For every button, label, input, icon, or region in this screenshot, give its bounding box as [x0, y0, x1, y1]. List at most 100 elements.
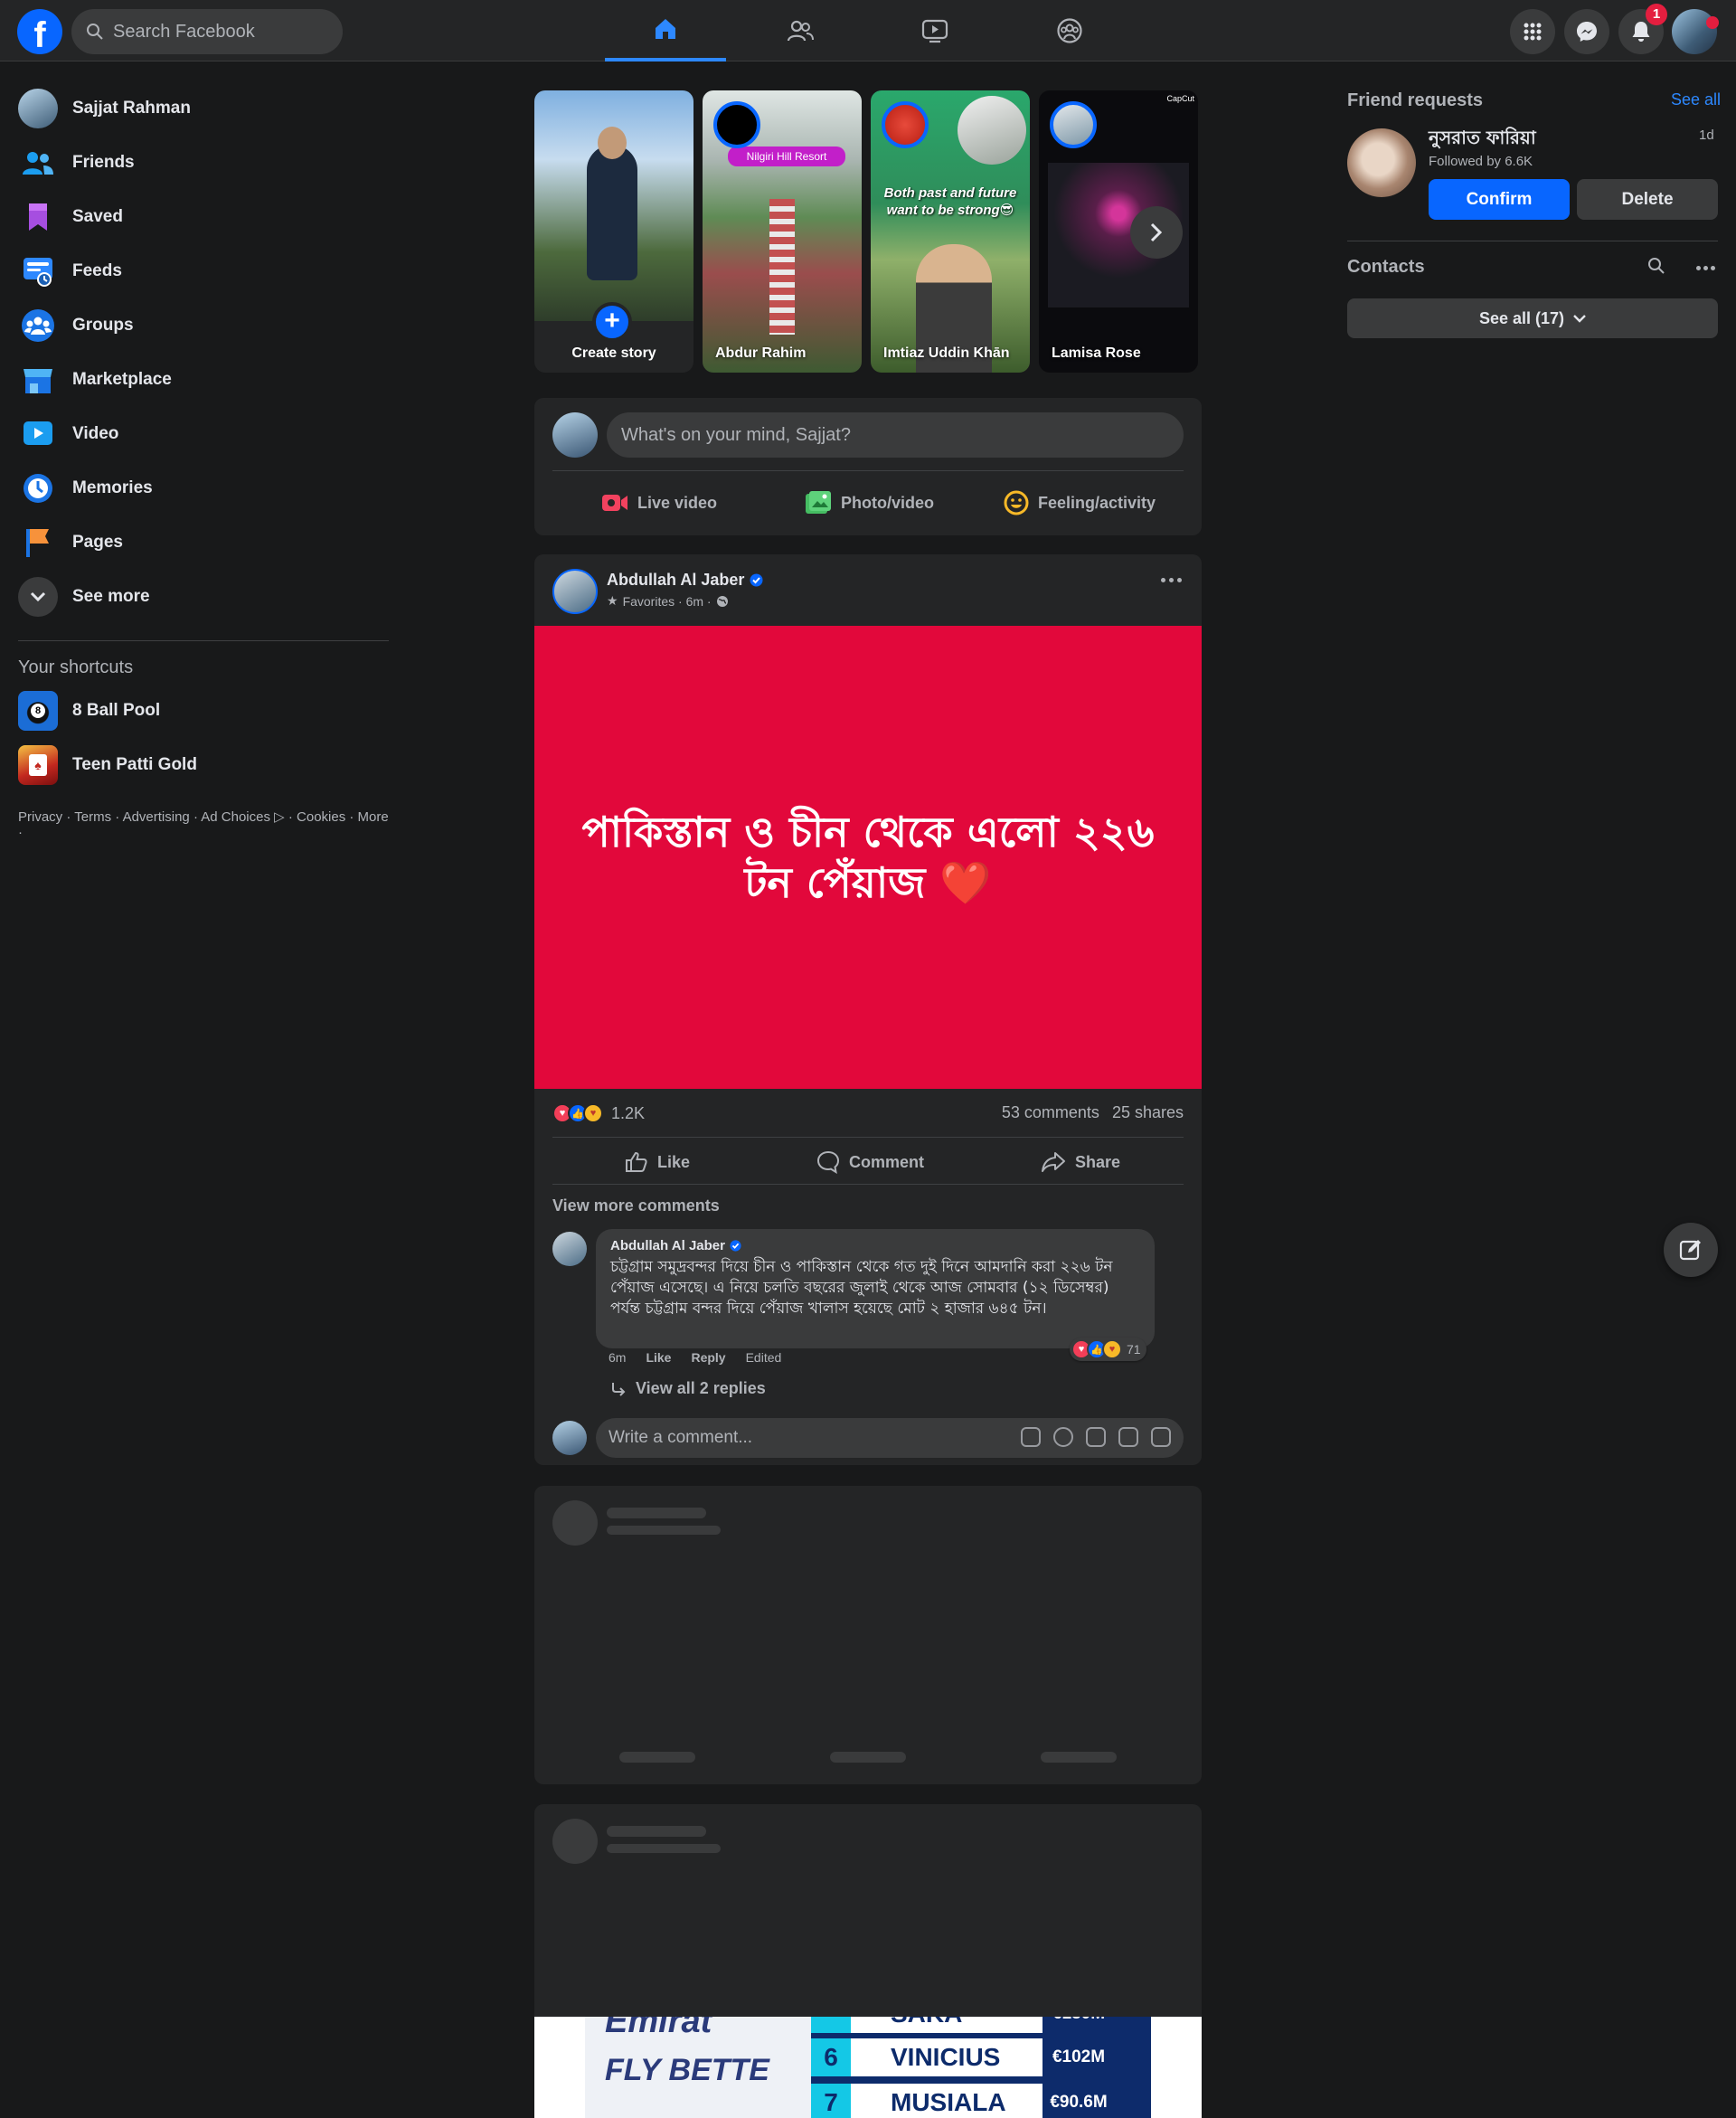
shortcut-8-ball-pool[interactable]: 8 8 Ball Pool: [9, 684, 389, 738]
story-abdur-rahim[interactable]: Nilgiri Hill Resort Abdur Rahim: [703, 90, 862, 373]
sidebar-item-groups[interactable]: Groups: [9, 298, 389, 353]
feeling-activity-button[interactable]: Feeling/activity: [1004, 481, 1156, 525]
story-create[interactable]: + Create story: [534, 90, 693, 373]
comment-author[interactable]: Abdullah Al Jaber: [610, 1238, 1140, 1253]
sticker-icon[interactable]: [1151, 1427, 1171, 1447]
new-message-button[interactable]: [1664, 1223, 1718, 1277]
post-options-icon[interactable]: [1161, 578, 1182, 582]
my-avatar[interactable]: [552, 1421, 587, 1455]
author-avatar[interactable]: [552, 569, 598, 614]
sidebar-item-label: Feeds: [72, 261, 122, 280]
story-imtiaz-uddin-khan[interactable]: Both past and future want to be strong😎 …: [871, 90, 1030, 373]
sidebar-item-profile[interactable]: Sajjat Rahman: [9, 81, 389, 136]
comment-button[interactable]: Comment: [816, 1140, 924, 1184]
search-box[interactable]: [71, 9, 343, 54]
story-name: Imtiaz Uddin Khān: [883, 345, 1010, 361]
confirm-button[interactable]: Confirm: [1429, 179, 1570, 220]
like-button[interactable]: Like: [625, 1140, 690, 1184]
comment-author-name[interactable]: Abdullah Al Jaber: [610, 1238, 725, 1253]
friend-requests-title: Friend requests: [1347, 90, 1484, 110]
comment-time[interactable]: 6m: [609, 1350, 626, 1365]
sidebar-item-label: Groups: [72, 316, 134, 335]
composer-input[interactable]: What's on your mind, Sajjat?: [607, 412, 1184, 458]
view-replies-link[interactable]: View all 2 replies: [610, 1379, 766, 1398]
post-text-banner[interactable]: পাকিস্তান ও চীন থেকে এলো ২২৬ টন পেঁয়াজ …: [534, 626, 1202, 1089]
sidebar-footer-links[interactable]: Privacy · Terms · Advertising · Ad Choic…: [9, 808, 389, 840]
notifications-button[interactable]: 1: [1618, 4, 1667, 54]
sidebar-item-saved[interactable]: Saved: [9, 190, 389, 244]
status-dot: [1706, 16, 1719, 29]
sidebar-item-pages[interactable]: Pages: [9, 515, 389, 570]
stories-next-button[interactable]: [1130, 206, 1183, 259]
sidebar-item-see-more[interactable]: See more: [9, 570, 389, 624]
tab-watch[interactable]: [874, 0, 995, 61]
sidebar-item-video[interactable]: Video: [9, 407, 389, 461]
bookmark-icon: [18, 197, 58, 237]
menu-grid-icon: [1524, 23, 1542, 41]
gif-icon[interactable]: [1118, 1427, 1138, 1447]
sidebar-item-memories[interactable]: Memories: [9, 461, 389, 515]
story-thumbnail: [534, 90, 693, 321]
reaction-summary[interactable]: ♥ 👍 ♥ 1.2K: [552, 1103, 645, 1123]
photo-video-button[interactable]: Photo/video: [805, 481, 934, 525]
messenger-button[interactable]: [1564, 9, 1609, 54]
sidebar-item-friends[interactable]: Friends: [9, 136, 389, 190]
friends-icon: [18, 143, 58, 183]
delete-button[interactable]: Delete: [1577, 179, 1718, 220]
tab-home[interactable]: [605, 0, 726, 61]
menu-grid-button[interactable]: [1510, 9, 1555, 54]
account-avatar[interactable]: [1672, 9, 1719, 54]
comment-like-button[interactable]: Like: [646, 1350, 671, 1365]
comment-reaction-count: 71: [1127, 1342, 1141, 1357]
shares-count[interactable]: 25 shares: [1112, 1103, 1184, 1121]
search-input[interactable]: [113, 21, 321, 43]
author-name[interactable]: Abdullah Al Jaber: [607, 571, 744, 590]
sidebar-item-label: Memories: [72, 478, 153, 497]
friend-request-name[interactable]: নুসরাত ফারিয়া: [1429, 125, 1536, 155]
sidebar-item-label: Pages: [72, 533, 123, 552]
tab-friends[interactable]: [740, 0, 861, 61]
divider: [552, 1184, 1184, 1185]
avatar-sticker-icon[interactable]: [1021, 1427, 1041, 1447]
post-author[interactable]: Abdullah Al Jaber: [607, 571, 763, 590]
reply-arrow-icon: [612, 1382, 626, 1396]
sidebar-item-feeds[interactable]: Feeds: [9, 244, 389, 298]
friend-request-followers: Followed by 6.6K: [1429, 154, 1533, 169]
teen-patti-gold-icon: ♠: [18, 745, 58, 785]
comment-author-avatar[interactable]: [552, 1232, 587, 1266]
see-all-contacts-button[interactable]: See all (17): [1347, 298, 1718, 338]
live-video-button[interactable]: Live video: [601, 481, 717, 525]
globe-icon: [716, 595, 728, 607]
chevron-right-icon: [1150, 222, 1163, 242]
contacts-options-icon[interactable]: [1696, 266, 1715, 270]
facebook-logo-icon[interactable]: f: [17, 9, 62, 54]
search-icon: [87, 24, 103, 40]
avatar[interactable]: [552, 412, 598, 458]
share-button[interactable]: Share: [1041, 1140, 1120, 1184]
contacts-search-icon[interactable]: [1647, 257, 1665, 280]
comments-count[interactable]: 53 comments: [1002, 1103, 1099, 1121]
sidebar-item-marketplace[interactable]: Marketplace: [9, 353, 389, 407]
post-meta-text[interactable]: Favorites · 6m ·: [623, 594, 712, 609]
messenger-icon: [1577, 22, 1597, 42]
friend-request-avatar[interactable]: [1347, 128, 1416, 197]
view-more-comments-link[interactable]: View more comments: [552, 1196, 720, 1215]
feeds-icon: [18, 251, 58, 291]
story-name: Abdur Rahim: [715, 345, 807, 361]
divider: [552, 470, 1184, 471]
clock-icon: [18, 468, 58, 508]
next-post-image[interactable]: Emirat FLY BETTE SAKA€130M 6VINICIUS€102…: [534, 2017, 1202, 2118]
comment-reactions[interactable]: ♥ 👍 ♥ 71: [1070, 1338, 1146, 1361]
tab-groups[interactable]: [1009, 0, 1130, 61]
camera-icon[interactable]: [1086, 1427, 1106, 1447]
write-comment-input[interactable]: Write a comment...: [596, 1418, 1184, 1458]
comment-edited-label: Edited: [745, 1350, 782, 1365]
friend-requests-see-all-link[interactable]: See all: [1671, 90, 1721, 109]
feed-post: Abdullah Al Jaber ★ Favorites · 6m · পাক…: [534, 554, 1202, 1465]
smiley-icon: [1004, 490, 1029, 515]
care-reaction-icon: ♥: [1102, 1339, 1122, 1359]
comment-reply-button[interactable]: Reply: [691, 1350, 725, 1365]
emoji-icon[interactable]: [1053, 1427, 1073, 1447]
action-label: Like: [657, 1152, 691, 1171]
shortcut-teen-patti-gold[interactable]: ♠ Teen Patti Gold: [9, 738, 389, 792]
